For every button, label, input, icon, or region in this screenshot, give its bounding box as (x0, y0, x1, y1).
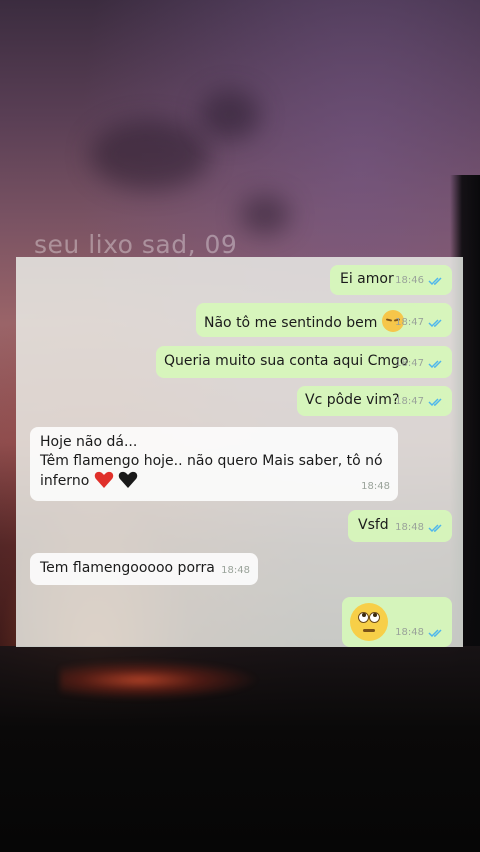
chat-screenshot: Ei amor 18:46 Não tô me sentindo bem 18:… (16, 257, 463, 647)
message-meta: 18:46 (395, 271, 444, 290)
message-meta: 18:47 (395, 354, 444, 373)
message-line: Têm flamengo hoje.. não quero Mais saber… (40, 453, 383, 469)
message-time: 18:48 (395, 522, 424, 533)
message-time: 18:47 (395, 317, 424, 328)
car-lights (60, 660, 260, 700)
message-line-with-emoji: inferno (40, 471, 388, 491)
message-meta: 18:47 (395, 313, 444, 332)
message-time: 18:48 (221, 565, 250, 576)
message-bubble-outgoing[interactable]: Vc pôde vim? 18:47 (297, 386, 452, 416)
message-meta: 18:48 (221, 561, 250, 580)
message-bubble-outgoing[interactable]: Ei amor 18:46 (330, 265, 452, 295)
message-meta: 18:48 (395, 623, 444, 642)
message-meta: 18:48 (395, 518, 444, 537)
message-time: 18:48 (361, 481, 390, 492)
read-check-icon (428, 276, 442, 285)
cloud-shape (240, 195, 290, 235)
cloud-shape (200, 90, 260, 140)
black-heart-icon (118, 471, 138, 488)
read-check-icon (428, 359, 442, 368)
message-line: inferno (40, 473, 90, 489)
message-bubble-incoming[interactable]: Hoje não dá... Têm flamengo hoje.. não q… (30, 427, 398, 501)
message-time: 18:47 (395, 358, 424, 369)
message-meta: 18:48 (361, 477, 390, 496)
message-bubble-outgoing[interactable]: 18:48 (342, 597, 452, 647)
message-time: 18:48 (395, 627, 424, 638)
message-text: Tem flamengooooo porra (40, 560, 215, 576)
message-bubble-incoming[interactable]: Tem flamengooooo porra 18:48 (30, 553, 258, 585)
message-bubble-outgoing[interactable]: Não tô me sentindo bem 18:47 (196, 303, 452, 337)
message-line: Hoje não dá... (40, 434, 138, 450)
read-check-icon (428, 397, 442, 406)
read-check-icon (428, 318, 442, 327)
message-bubble-outgoing[interactable]: Vsfd 18:48 (348, 510, 452, 542)
red-heart-icon (94, 471, 113, 488)
message-bubble-outgoing[interactable]: Queria muito sua conta aqui Cmgo 18:47 (156, 346, 452, 378)
message-meta: 18:47 (395, 392, 444, 411)
cloud-shape (90, 120, 210, 190)
message-time: 18:47 (395, 396, 424, 407)
face-with-rolling-eyes-icon (350, 603, 388, 641)
read-check-icon (428, 523, 442, 532)
message-time: 18:46 (395, 275, 424, 286)
watermark-text: seu lixo sad, 09 (34, 230, 238, 259)
read-check-icon (428, 628, 442, 637)
message-text-content: Não tô me sentindo bem (204, 315, 378, 331)
